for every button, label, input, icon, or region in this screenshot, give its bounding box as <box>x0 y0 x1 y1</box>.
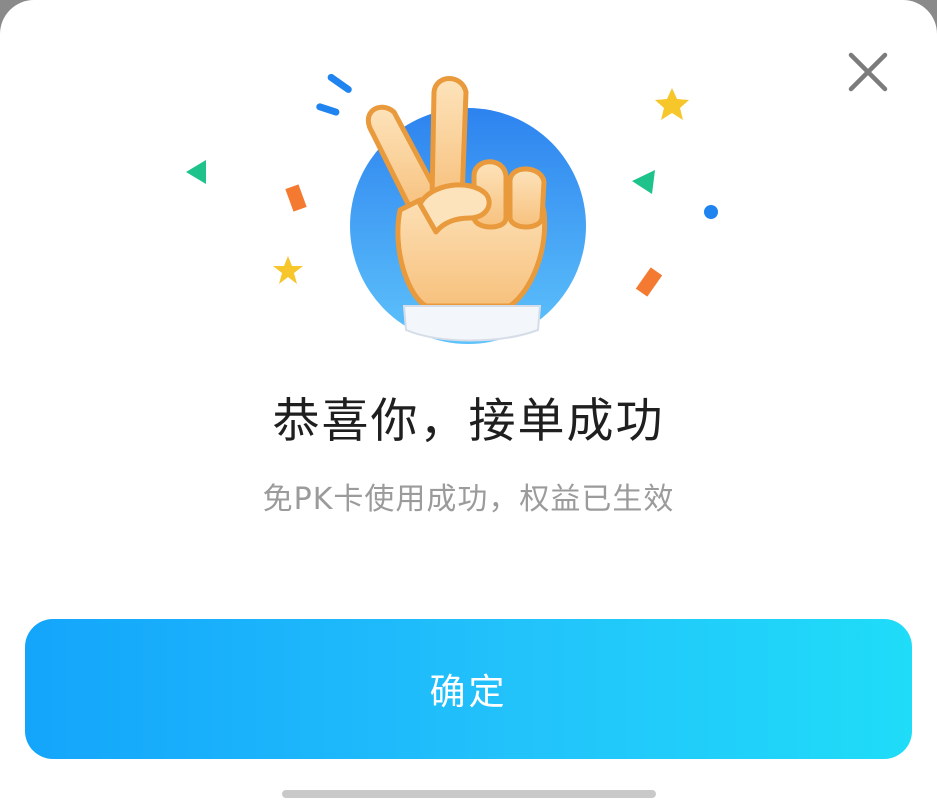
dialog-subtitle: 免PK卡使用成功，权益已生效 <box>262 482 675 517</box>
confirm-button[interactable]: 确定 <box>25 619 912 759</box>
close-icon <box>848 52 888 92</box>
dialog-title: 恭喜你，接单成功 <box>272 394 665 449</box>
success-dialog: 恭喜你，接单成功 免PK卡使用成功，权益已生效 确定 <box>0 0 937 800</box>
confirm-button-label: 确定 <box>429 672 508 713</box>
close-button[interactable] <box>842 46 894 98</box>
home-indicator[interactable] <box>282 790 656 798</box>
victory-hand-illustration <box>186 73 718 344</box>
